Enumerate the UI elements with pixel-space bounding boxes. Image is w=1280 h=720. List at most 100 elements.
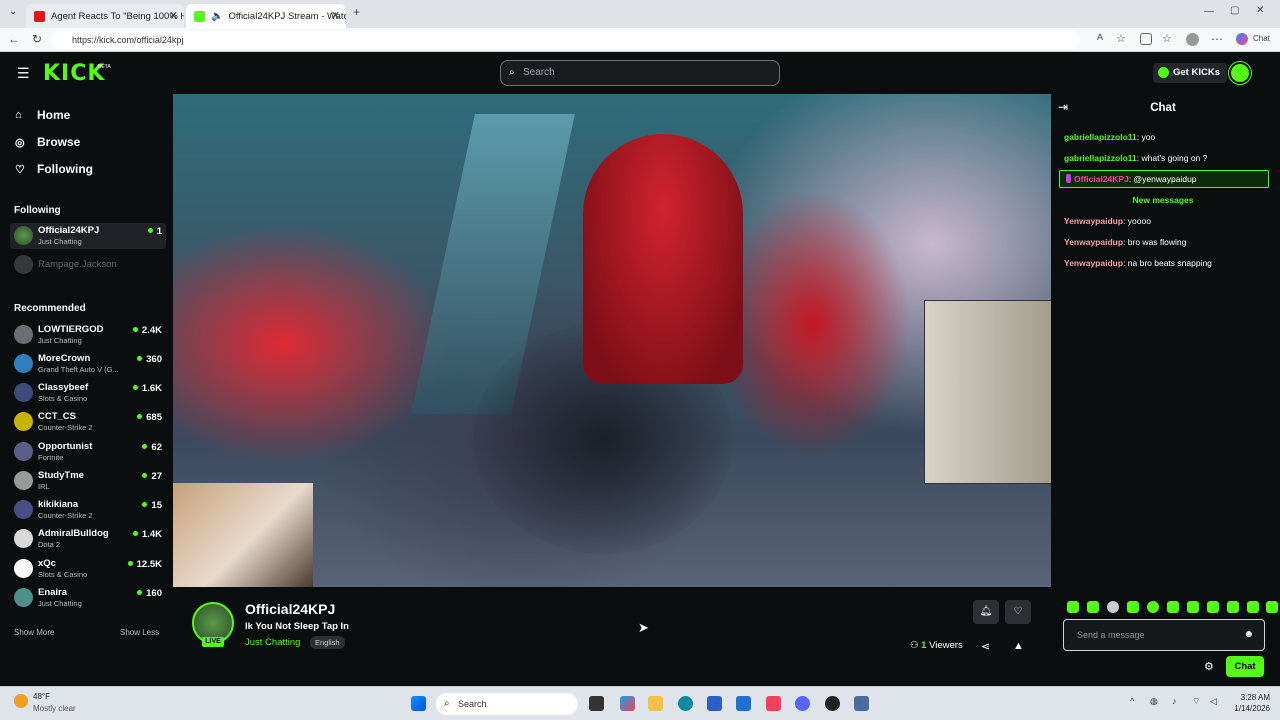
chat-username[interactable]: Yenwaypaidup: [1064, 258, 1123, 268]
tab-list-icon[interactable]: ⌄: [9, 6, 17, 17]
app-icon[interactable]: [825, 696, 840, 711]
chat-username[interactable]: Official24KPJ: [1074, 174, 1129, 184]
task-view-icon[interactable]: [589, 696, 604, 711]
volume-icon[interactable]: ◁: [1210, 696, 1217, 707]
emote-icon[interactable]: [1207, 601, 1219, 613]
report-icon[interactable]: ▲: [1013, 640, 1024, 652]
emote-icon[interactable]: [1247, 601, 1259, 613]
recommended-item[interactable]: CCT_CS Counter-Strike 2 685: [14, 409, 164, 435]
chat-username[interactable]: gabriellapizzolo11: [1064, 153, 1137, 163]
chat-username[interactable]: Yenwaypaidup: [1064, 216, 1123, 226]
chat-settings-icon[interactable]: ⚙: [1204, 660, 1214, 673]
clock[interactable]: 3:28 AM 1/14/2026: [1230, 692, 1270, 714]
kick-logo[interactable]: KICK: [43, 61, 105, 86]
heart-icon: ♡: [1013, 606, 1023, 617]
emote-icon[interactable]: [1187, 601, 1199, 613]
emote-icon[interactable]: [1227, 601, 1239, 613]
mic-icon[interactable]: ♪: [1172, 696, 1177, 706]
search-icon: ⌕: [509, 67, 515, 78]
emote-icon[interactable]: [1067, 601, 1079, 613]
close-icon[interactable]: ✕: [331, 9, 340, 22]
close-icon[interactable]: ✕: [169, 9, 178, 22]
channel-category: Slots & Casino: [38, 394, 88, 403]
minimize-icon[interactable]: —: [1204, 6, 1214, 17]
emote-icon[interactable]: [1147, 601, 1159, 613]
more-icon[interactable]: ⋯: [1211, 32, 1223, 46]
clock-date: 1/14/2026: [1234, 704, 1270, 713]
menu-icon[interactable]: ☰: [17, 65, 30, 82]
recommended-item[interactable]: Classybeef Slots & Casino 1.6K: [14, 380, 164, 406]
nav-label: Home: [37, 108, 71, 122]
streamer-name[interactable]: Official24KPJ: [245, 601, 335, 617]
store-icon[interactable]: [707, 696, 722, 711]
nav-following[interactable]: ♡ Following: [15, 162, 93, 176]
new-tab-icon[interactable]: +: [353, 5, 360, 19]
recommended-item[interactable]: xQc Slots & Casino 12.5K: [14, 556, 164, 582]
recommended-item[interactable]: Enaira Just Chatting 160: [14, 585, 164, 611]
close-window-icon[interactable]: ✕: [1256, 5, 1264, 16]
chat-message-input[interactable]: Send a message ☻: [1063, 619, 1265, 651]
notification-bell-button[interactable]: 🔔︎: [973, 600, 999, 624]
weather-temp[interactable]: 48°F: [33, 692, 50, 701]
follow-button[interactable]: ♡: [1005, 600, 1031, 624]
emote-icon[interactable]: [1107, 601, 1119, 613]
settings-icon[interactable]: [854, 696, 869, 711]
recommended-item[interactable]: MoreCrown Grand Theft Auto V (G... 360: [14, 351, 164, 377]
extensions-icon[interactable]: [1140, 33, 1152, 45]
maximize-icon[interactable]: ▢: [1230, 5, 1239, 16]
profile-icon[interactable]: [1186, 33, 1199, 46]
show-more-button[interactable]: Show More: [14, 628, 54, 637]
tab-agent-reacts[interactable]: Agent Reacts To "Being 100% Hon ✕: [26, 4, 184, 28]
viewer-count: 1.4K: [133, 529, 162, 540]
show-less-button[interactable]: Show Less: [120, 628, 159, 637]
send-chat-button[interactable]: Chat: [1226, 656, 1264, 677]
recommended-item[interactable]: AdmiralBulldog Dota 2 1.4K: [14, 526, 164, 552]
emote-icon[interactable]: [1127, 601, 1139, 613]
user-avatar[interactable]: [1229, 62, 1251, 84]
copilot-app-icon[interactable]: [620, 696, 635, 711]
back-icon[interactable]: ←: [8, 32, 20, 46]
emoji-icon[interactable]: ☻: [1243, 620, 1254, 650]
tray-chevron-icon[interactable]: ^: [1130, 696, 1134, 706]
taskbar-search[interactable]: ⌕ Search: [436, 693, 578, 715]
recommended-item[interactable]: LOWTIERGOD Just Chatting 2.4K: [14, 322, 164, 348]
recommended-item[interactable]: StudyTme IRL 27: [14, 468, 164, 494]
discord-icon[interactable]: [795, 696, 810, 711]
share-icon[interactable]: ⋖: [981, 640, 990, 653]
file-explorer-icon[interactable]: [648, 696, 663, 711]
recommended-item[interactable]: Opportunist Fortnite 62: [14, 439, 164, 465]
emote-icon[interactable]: [1087, 601, 1099, 613]
tab-kick-stream[interactable]: 🔈 Official24KPJ Stream - Watch ✕: [186, 4, 346, 28]
following-item-official24kpj[interactable]: Official24KPJ Just Chatting 1: [10, 223, 166, 249]
url-field[interactable]: https://kick.com/official24kpj: [50, 31, 1080, 49]
nav-browse[interactable]: ◎ Browse: [15, 135, 80, 149]
language-tag[interactable]: English: [310, 636, 345, 649]
wifi-icon[interactable]: ⌔: [1192, 696, 1200, 707]
speaker-icon[interactable]: 🔈: [211, 11, 223, 22]
read-aloud-icon[interactable]: A: [1097, 32, 1103, 42]
refresh-icon[interactable]: ↻: [32, 32, 42, 46]
live-badge: LIVE: [202, 637, 224, 647]
weather-desc[interactable]: Mostly clear: [33, 704, 76, 713]
chat-username[interactable]: gabriellapizzolo11: [1064, 132, 1137, 142]
favorites-icon[interactable]: ☆: [1162, 32, 1172, 45]
search-input[interactable]: ⌕ Search: [500, 60, 780, 86]
new-messages-divider[interactable]: New messages: [1051, 195, 1275, 205]
windows-start-icon[interactable]: [411, 696, 426, 711]
get-kicks-button[interactable]: Get KICKs: [1153, 63, 1227, 83]
following-item-rampage[interactable]: Rampage.Jackson: [14, 252, 164, 278]
copilot-icon[interactable]: [1236, 33, 1248, 45]
nav-home[interactable]: ⌂ Home: [15, 108, 70, 122]
copilot-chat-label[interactable]: Chat: [1253, 34, 1270, 43]
stream-category[interactable]: Just Chatting: [245, 637, 300, 648]
favorite-icon[interactable]: ☆: [1116, 32, 1126, 45]
emote-icon[interactable]: [1266, 601, 1278, 613]
video-player[interactable]: [173, 94, 1051, 587]
chat-username[interactable]: Yenwaypaidup: [1064, 237, 1123, 247]
emote-icon[interactable]: [1167, 601, 1179, 613]
edge-icon[interactable]: [678, 696, 693, 711]
music-icon[interactable]: [766, 696, 781, 711]
network-icon[interactable]: ◍: [1150, 696, 1158, 707]
recommended-item[interactable]: kikikiana Counter-Strike 2 15: [14, 497, 164, 523]
app-icon[interactable]: [736, 696, 751, 711]
